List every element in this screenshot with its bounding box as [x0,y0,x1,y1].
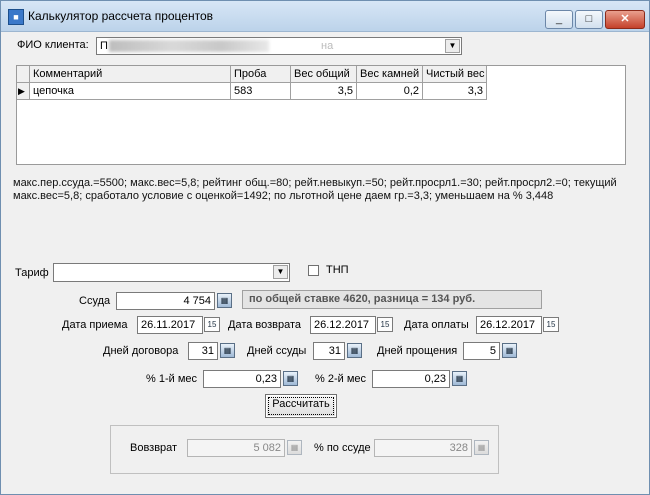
tariff-select[interactable]: ▼ [53,263,290,282]
calendar-icon[interactable]: 15 [377,317,393,332]
contract-days-field[interactable]: 31 [188,342,218,360]
table-cell-stone-weight[interactable]: 0,2 [357,83,423,100]
table-cell-comment[interactable]: цепочка [30,83,231,100]
calculator-icon[interactable]: ▦ [217,293,232,308]
column-header-probe[interactable]: Проба [231,66,291,83]
column-header-total-weight[interactable]: Вес общий [291,66,357,83]
tnp-label[interactable]: ТНП [326,264,349,276]
client-select[interactable]: П на ▼ [96,37,462,55]
calc-info-line-1: макс.пер.ссуда.=5500; макс.вес=5,8; рейт… [13,177,617,189]
tnp-checkbox[interactable] [308,265,319,276]
receipt-date-field[interactable]: 26.11.2017 [137,316,203,334]
calculator-icon[interactable]: ▦ [220,343,235,358]
rate-month2-label: % 2-й мес [315,373,366,385]
chevron-down-icon[interactable]: ▼ [273,265,288,279]
maximize-button[interactable]: □ [575,10,603,29]
form-body: ФИО клиента: П на ▼ Комментарий Проба Ве… [7,32,643,489]
calendar-icon[interactable]: 15 [543,317,559,332]
rate-month1-field[interactable]: 0,23 [203,370,281,388]
app-icon: ■ [8,9,24,25]
return-date-field[interactable]: 26.12.2017 [310,316,376,334]
loan-percent-label: % по ссуде [314,442,371,454]
return-date-label: Дата возврата [228,319,302,331]
items-grid[interactable]: Комментарий Проба Вес общий Вес камней Ч… [16,65,626,165]
table-cell-net-weight[interactable]: 3,3 [423,83,487,100]
row-indicator: ▶ [17,83,30,100]
column-header-stone-weight[interactable]: Вес камней [357,66,423,83]
forgiveness-days-label: Дней прощения [377,345,458,357]
loan-days-label: Дней ссуды [247,345,307,357]
calculator-icon[interactable]: ▦ [283,371,298,386]
table-cell-total-weight[interactable]: 3,5 [291,83,357,100]
calculator-icon[interactable]: ▦ [452,371,467,386]
tariff-label: Тариф [15,267,49,279]
loan-percent-field: 328 [374,439,472,457]
row-header-corner [17,66,30,83]
calculator-icon: ▦ [287,440,302,455]
payment-date-field[interactable]: 26.12.2017 [476,316,542,334]
forgiveness-days-field[interactable]: 5 [463,342,500,360]
minimize-button[interactable]: _ [545,10,573,29]
contract-days-label: Дней договора [103,345,179,357]
chevron-down-icon[interactable]: ▼ [445,39,460,53]
calculate-button[interactable]: Рассчитать [265,394,337,418]
loan-rate-summary: по общей ставке 4620, разница = 134 руб. [242,290,542,309]
calculator-icon[interactable]: ▦ [502,343,517,358]
rate-month1-label: % 1-й мес [146,373,197,385]
client-value: П [100,40,108,52]
client-label: ФИО клиента: [17,39,89,51]
close-button[interactable]: ✕ [605,10,645,29]
return-amount-field: 5 082 [187,439,285,457]
column-header-comment[interactable]: Комментарий [30,66,231,83]
calculator-window: ■ Калькулятор рассчета процентов _ □ ✕ Ф… [0,0,650,495]
rate-month2-field[interactable]: 0,23 [372,370,450,388]
client-value-tail: на [321,40,334,52]
return-amount-label: Вовзврат [130,442,178,454]
title-bar[interactable]: ■ Калькулятор рассчета процентов _ □ ✕ [1,1,649,32]
calc-info-line-2: макс.вес=5,8; сработало условие с оценко… [13,190,554,202]
receipt-date-label: Дата приема [62,319,128,331]
payment-date-label: Дата оплаты [404,319,469,331]
calendar-icon[interactable]: 15 [204,317,220,332]
table-cell-probe[interactable]: 583 [231,83,291,100]
loan-label: Ссуда [79,295,111,307]
window-title: Калькулятор рассчета процентов [28,9,213,23]
calculator-icon[interactable]: ▦ [347,343,362,358]
loan-amount-field[interactable]: 4 754 [116,292,215,310]
column-header-net-weight[interactable]: Чистый вес [423,66,487,83]
calculator-icon: ▦ [474,440,489,455]
redacted-client-name [109,40,269,52]
loan-days-field[interactable]: 31 [313,342,345,360]
